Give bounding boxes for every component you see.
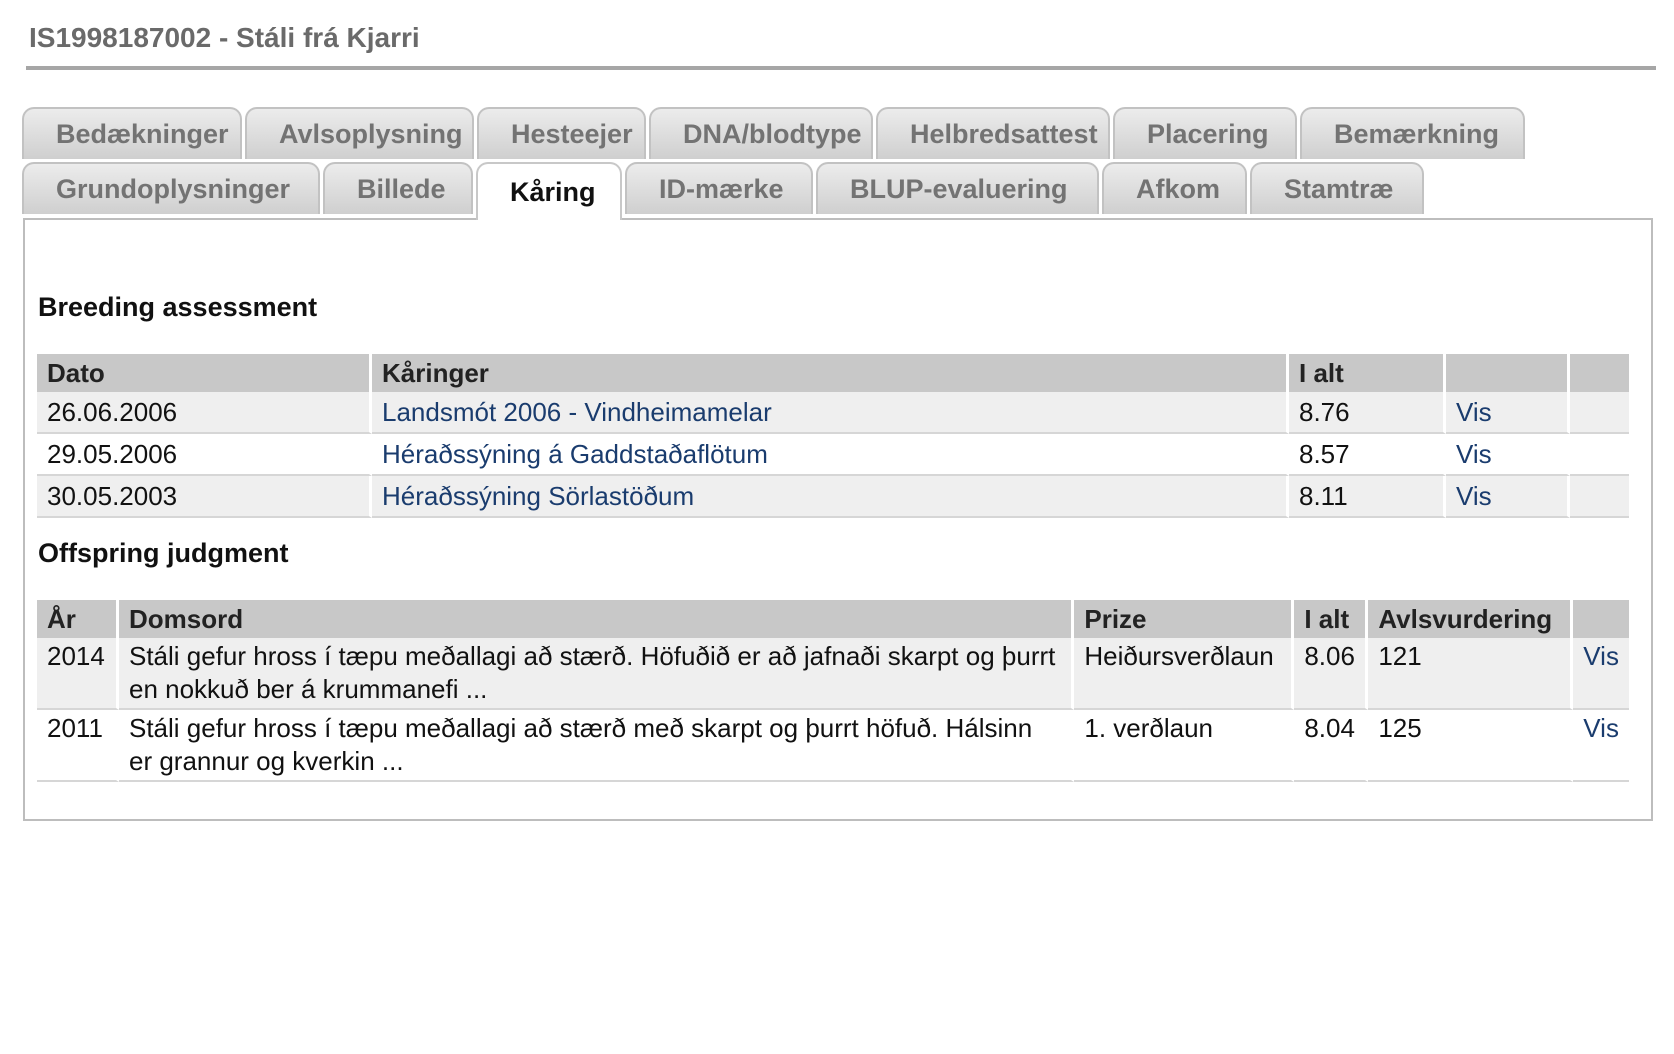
empty-cell (1570, 392, 1629, 434)
view-cell: Vis (1573, 710, 1629, 782)
tab-label: Stamtræ (1284, 173, 1394, 204)
table-header-row: År Domsord Prize I alt Avlsvurdering (37, 600, 1629, 638)
column-header-prize: Prize (1074, 600, 1295, 638)
tab-label: Grundoplysninger (56, 173, 291, 204)
total-cell: 8.04 (1294, 710, 1369, 782)
year-cell: 2011 (37, 710, 119, 782)
table-header-row: Dato Kåringer I alt (37, 354, 1629, 392)
column-header-karinger: Kåringer (372, 354, 1289, 392)
show-cell: Héraðssýning Sörlastöðum (372, 476, 1289, 518)
tab-label: DNA/blodtype (683, 118, 862, 149)
table-row: 29.05.2006 Héraðssýning á Gaddstaðaflötu… (37, 434, 1629, 476)
view-cell: Vis (1446, 392, 1570, 434)
total-cell: 8.11 (1289, 476, 1446, 518)
title-divider (26, 66, 1656, 70)
tab-helbredsattest[interactable]: Helbredsattest (876, 107, 1110, 159)
tab-label: BLUP-evaluering (850, 173, 1068, 204)
date-cell: 30.05.2003 (37, 476, 372, 518)
year-cell: 2014 (37, 638, 119, 710)
tab-label: Billede (357, 173, 446, 204)
tab-content-panel: Breeding assessment Dato Kåringer I alt … (23, 218, 1653, 821)
tab-dna-blodtype[interactable]: DNA/blodtype (649, 107, 873, 159)
show-cell: Landsmót 2006 - Vindheimamelar (372, 392, 1289, 434)
column-header-dato: Dato (37, 354, 372, 392)
tab-label: Afkom (1136, 173, 1221, 204)
view-cell: Vis (1446, 476, 1570, 518)
tab-label: Bemærkning (1334, 118, 1500, 149)
tab-afkom[interactable]: Afkom (1102, 162, 1247, 214)
total-cell: 8.57 (1289, 434, 1446, 476)
tab-stamtrae[interactable]: Stamtræ (1250, 162, 1424, 214)
total-cell: 8.76 (1289, 392, 1446, 434)
tab-bemaerkning[interactable]: Bemærkning (1300, 107, 1525, 159)
view-link[interactable]: Vis (1456, 481, 1492, 511)
empty-cell (1570, 434, 1629, 476)
tab-label: Hesteejer (511, 118, 633, 149)
prize-cell: 1. verðlaun (1074, 710, 1295, 782)
show-cell: Héraðssýning á Gaddstaðaflötum (372, 434, 1289, 476)
tab-label: Avlsoplysning (279, 118, 463, 149)
view-cell: Vis (1573, 638, 1629, 710)
column-header-i-alt: I alt (1289, 354, 1446, 392)
column-header-blank (1573, 600, 1629, 638)
tab-bedaekninger[interactable]: Bedækninger (22, 107, 242, 159)
table-row: 2011 Stáli gefur hross í tæpu meðallagi … (37, 710, 1629, 782)
view-link[interactable]: Vis (1583, 713, 1619, 743)
prize-cell: Heiðursverðlaun (1074, 638, 1295, 710)
page-title: IS1998187002 - Stáli frá Kjarri (29, 22, 420, 53)
table-row: 30.05.2003 Héraðssýning Sörlastöðum 8.11… (37, 476, 1629, 518)
tab-grundoplysninger[interactable]: Grundoplysninger (22, 162, 320, 214)
view-link[interactable]: Vis (1583, 641, 1619, 671)
tab-label: Bedækninger (56, 118, 229, 149)
tab-avlsoplysning[interactable]: Avlsoplysning (245, 107, 474, 159)
column-header-blank (1570, 354, 1629, 392)
column-header-i-alt: I alt (1294, 600, 1369, 638)
table-row: 2014 Stáli gefur hross í tæpu meðallagi … (37, 638, 1629, 710)
tab-label: Helbredsattest (910, 118, 1098, 149)
view-link[interactable]: Vis (1456, 397, 1492, 427)
column-header-domsord: Domsord (118, 600, 1075, 638)
column-header-ar: År (37, 600, 119, 638)
tab-id-maerke[interactable]: ID-mærke (625, 162, 813, 214)
show-link[interactable]: Héraðssýning Sörlastöðum (382, 481, 694, 511)
tab-row-bottom: Grundoplysninger Billede Kåring ID-mærke… (22, 162, 1427, 220)
total-cell: 8.06 (1294, 638, 1369, 710)
show-link[interactable]: Landsmót 2006 - Vindheimamelar (382, 397, 772, 427)
offspring-judgment-heading: Offspring judgment (38, 538, 289, 568)
tab-label: Placering (1147, 118, 1269, 149)
date-cell: 26.06.2006 (37, 392, 372, 434)
judgment-text-cell: Stáli gefur hross í tæpu meðallagi að st… (118, 710, 1075, 782)
tab-label: Kåring (510, 176, 596, 207)
tab-billede[interactable]: Billede (323, 162, 473, 214)
tab-blup-evaluering[interactable]: BLUP-evaluering (816, 162, 1099, 214)
view-cell: Vis (1446, 434, 1570, 476)
tab-hesteejer[interactable]: Hesteejer (477, 107, 646, 159)
judgment-text-cell: Stáli gefur hross í tæpu meðallagi að st… (118, 638, 1075, 710)
tab-placering[interactable]: Placering (1113, 107, 1297, 159)
breeding-assessment-table: Dato Kåringer I alt 26.06.2006 Landsmót … (37, 354, 1629, 518)
column-header-avlsvurdering: Avlsvurdering (1368, 600, 1574, 638)
column-header-blank (1446, 354, 1570, 392)
breeding-value-cell: 125 (1368, 710, 1574, 782)
tab-row-top: Bedækninger Avlsoplysning Hesteejer DNA/… (22, 107, 1528, 159)
tab-karing[interactable]: Kåring (476, 162, 622, 220)
table-row: 26.06.2006 Landsmót 2006 - Vindheimamela… (37, 392, 1629, 434)
tab-label: ID-mærke (659, 173, 784, 204)
empty-cell (1570, 476, 1629, 518)
breeding-assessment-heading: Breeding assessment (38, 292, 318, 322)
breeding-value-cell: 121 (1368, 638, 1574, 710)
date-cell: 29.05.2006 (37, 434, 372, 476)
view-link[interactable]: Vis (1456, 439, 1492, 469)
offspring-judgment-table: År Domsord Prize I alt Avlsvurdering 201… (37, 600, 1629, 782)
show-link[interactable]: Héraðssýning á Gaddstaðaflötum (382, 439, 768, 469)
